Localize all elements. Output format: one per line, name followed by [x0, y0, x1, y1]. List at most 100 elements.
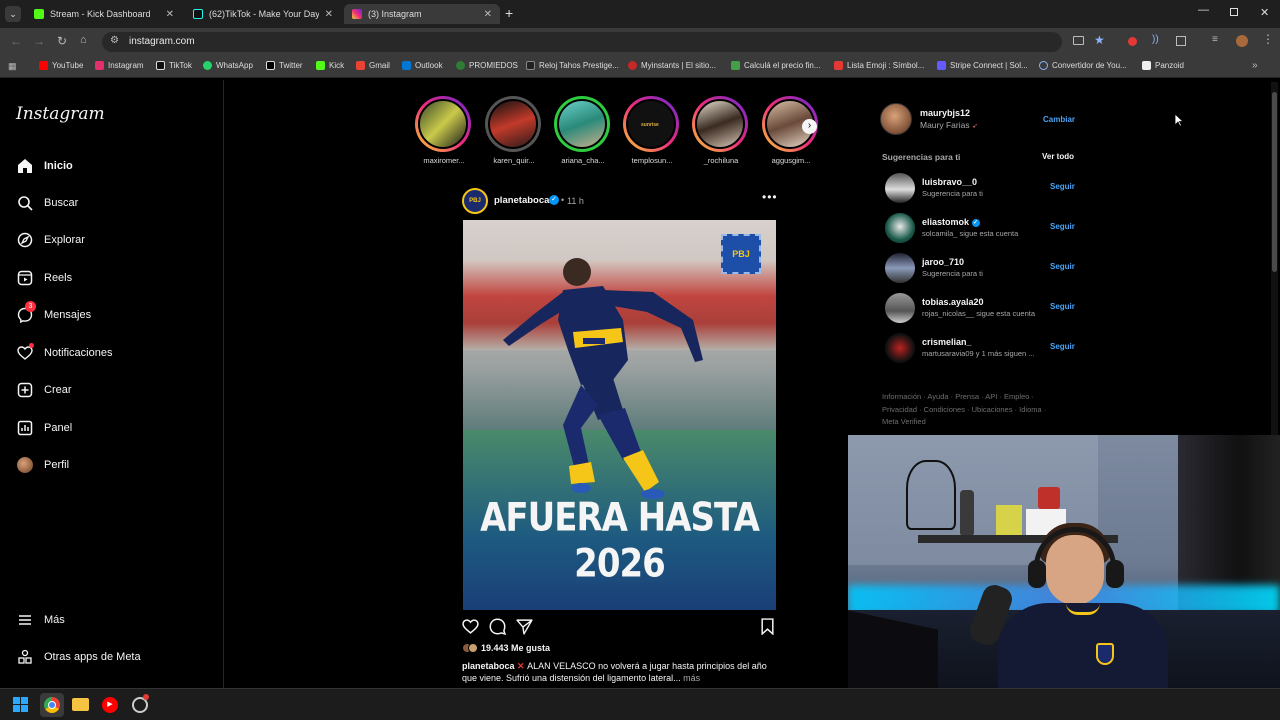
more-bookmarks-icon[interactable]: » — [1252, 60, 1258, 71]
bookmark-reloj[interactable]: Reloj Tahos Prestige... — [526, 61, 619, 70]
see-all-link[interactable]: Ver todo — [1042, 152, 1074, 161]
chrome-taskbar-icon[interactable] — [40, 693, 64, 717]
account-avatar[interactable] — [880, 103, 912, 135]
nav-otras-apps-meta[interactable]: Otras apps de Meta — [16, 648, 141, 666]
switch-account-link[interactable]: Cambiar — [1043, 115, 1075, 124]
story-item[interactable]: ariana_cha... — [554, 96, 612, 165]
follow-button[interactable]: Seguir — [1050, 222, 1075, 231]
reloj-icon — [526, 61, 535, 70]
bookmark-panzoid[interactable]: Panzoid — [1142, 61, 1184, 70]
home-page-icon[interactable]: ⌂ — [80, 34, 87, 46]
back-icon[interactable]: ← — [10, 34, 22, 48]
account-username[interactable]: maurybjs12 — [920, 108, 970, 118]
suggestion-avatar[interactable] — [885, 333, 915, 363]
cast-icon[interactable] — [1073, 36, 1084, 45]
nav-crear[interactable]: Crear — [16, 381, 72, 399]
story-item[interactable]: _rochiluna — [692, 96, 750, 165]
nav-panel[interactable]: Panel — [16, 419, 72, 437]
tab-list-button[interactable]: ⌄ — [5, 6, 21, 22]
nav-inicio[interactable]: Inicio — [16, 157, 73, 175]
scrollbar-thumb[interactable] — [1272, 92, 1277, 272]
share-button[interactable] — [516, 618, 533, 640]
nav-explorar[interactable]: Explorar — [16, 231, 85, 249]
close-window-icon[interactable]: ✕ — [1260, 6, 1269, 19]
app-notification-icon[interactable] — [132, 694, 149, 713]
bookmark-twitter[interactable]: Twitter — [266, 61, 303, 70]
save-button[interactable] — [760, 618, 775, 640]
new-tab-button[interactable]: + — [505, 5, 513, 21]
extension-audio-icon[interactable]: )) — [1152, 34, 1159, 45]
like-button[interactable] — [462, 618, 479, 640]
stories-next-button[interactable]: › — [802, 119, 817, 134]
webcam-overlay — [848, 435, 1280, 720]
reload-icon[interactable]: ↻ — [57, 34, 67, 48]
bookmark-instagram[interactable]: Instagram — [95, 61, 144, 70]
caption-username[interactable]: planetaboca — [462, 661, 515, 671]
forward-icon[interactable]: → — [33, 34, 45, 48]
bookmark-calcula[interactable]: Calculá el precio fin... — [731, 61, 820, 70]
youtube-app-icon[interactable]: ▶ — [102, 697, 118, 713]
post-image[interactable]: PBJ AFUERA HASTA 2026 — [463, 220, 776, 610]
bookmark-emoji[interactable]: Lista Emoji : Símbol... — [834, 61, 924, 70]
address-bar[interactable]: ⚙ instagram.com — [102, 32, 1062, 52]
tab-kick[interactable]: Stream - Kick Dashboard ✕ — [26, 4, 182, 24]
bookmark-youtube[interactable]: YouTube — [39, 61, 83, 70]
caption-more-link[interactable]: más — [683, 673, 700, 683]
suggestion-avatar[interactable] — [885, 213, 915, 243]
meta-apps-icon — [16, 648, 34, 666]
apps-grid-icon[interactable]: ▦ — [8, 61, 17, 72]
bookmark-promiedos[interactable]: PROMIEDOS — [456, 61, 518, 70]
comment-button[interactable] — [489, 618, 507, 640]
extensions-puzzle-icon[interactable] — [1176, 36, 1186, 46]
tab-instagram[interactable]: (3) Instagram ✕ — [344, 4, 500, 24]
profile-avatar-icon[interactable] — [1236, 35, 1248, 47]
nav-buscar[interactable]: Buscar — [16, 194, 78, 212]
rocket-emoji-icon: ➶ — [971, 123, 978, 130]
bookmark-outlook[interactable]: Outlook — [402, 61, 443, 70]
post-author-avatar[interactable]: PBJ — [462, 188, 488, 214]
post-username[interactable]: planetaboca — [494, 195, 549, 206]
nav-mas[interactable]: Más — [16, 611, 65, 629]
calculator-icon — [731, 61, 740, 70]
tiktok-icon — [156, 61, 165, 70]
suggestion-avatar[interactable] — [885, 293, 915, 323]
bookmark-kick[interactable]: Kick — [316, 61, 344, 70]
story-item[interactable]: maxiromer... — [415, 96, 473, 165]
tab-tiktok[interactable]: (62)TikTok - Make Your Day ✕ — [185, 4, 341, 24]
follow-button[interactable]: Seguir — [1050, 302, 1075, 311]
suggestion-avatar[interactable] — [885, 253, 915, 283]
windows-start-icon[interactable] — [13, 697, 29, 713]
site-info-icon[interactable]: ⚙ — [110, 35, 119, 46]
bookmark-gmail[interactable]: Gmail — [356, 61, 390, 70]
nav-reels[interactable]: Reels — [16, 269, 72, 287]
close-tab-icon[interactable]: ✕ — [325, 9, 333, 20]
bookmark-whatsapp[interactable]: WhatsApp — [203, 61, 253, 70]
file-explorer-icon[interactable] — [72, 698, 89, 711]
close-tab-icon[interactable]: ✕ — [166, 9, 174, 20]
bookmark-convertidor[interactable]: Convertidor de You... — [1039, 61, 1127, 70]
bookmark-star-icon[interactable]: ★ — [1094, 33, 1105, 47]
nav-notificaciones[interactable]: Notificaciones — [16, 343, 112, 362]
minimize-window-icon[interactable]: — — [1198, 4, 1209, 16]
close-tab-icon[interactable]: ✕ — [484, 9, 492, 20]
suggestion-avatar[interactable] — [885, 173, 915, 203]
heart-icon — [16, 343, 34, 362]
bookmark-tiktok[interactable]: TikTok — [156, 61, 192, 70]
bookmark-stripe[interactable]: Stripe Connect | Sol... — [937, 61, 1028, 70]
follow-button[interactable]: Seguir — [1050, 342, 1075, 351]
instagram-logo[interactable]: Instagram — [16, 104, 105, 124]
follow-button[interactable]: Seguir — [1050, 182, 1075, 191]
maximize-window-icon[interactable] — [1230, 8, 1238, 16]
like-count[interactable]: 19.443 Me gusta — [481, 643, 550, 653]
extension-red-icon[interactable] — [1128, 37, 1137, 46]
browser-menu-icon[interactable]: ⋮ — [1262, 32, 1274, 46]
nav-mensajes[interactable]: 3 Mensajes — [16, 301, 91, 324]
story-item[interactable]: sunrise templosun... — [623, 96, 681, 165]
suggestion-item: jaroo_710 Sugerencia para ti Seguir — [885, 253, 1075, 283]
tab-search-icon[interactable]: ≡ — [1212, 34, 1218, 45]
nav-perfil[interactable]: Perfil — [16, 456, 69, 474]
story-item[interactable]: karen_quir... — [485, 96, 543, 165]
follow-button[interactable]: Seguir — [1050, 262, 1075, 271]
bookmark-myinstants[interactable]: Myinstants | El sitio... — [628, 61, 716, 70]
post-options-icon[interactable]: ••• — [762, 190, 778, 204]
